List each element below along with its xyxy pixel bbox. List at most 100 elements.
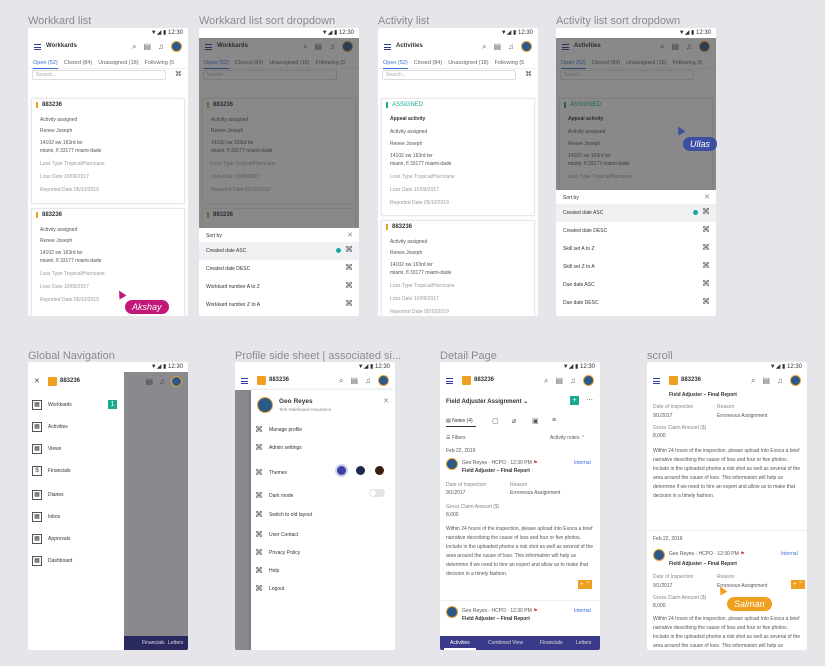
avatar[interactable] (790, 375, 801, 386)
nav-item-workkards[interactable]: ▦ Workkards (32, 400, 72, 410)
logo-icon (669, 376, 678, 385)
frame-label-activity-list: Activity list (378, 15, 430, 27)
calendar-icon[interactable]: ▤ (762, 376, 770, 385)
detail-title[interactable]: Field Adjuster Assignment ⌄ (446, 398, 528, 405)
calendar-icon[interactable]: ▤ (555, 376, 563, 385)
tab-open[interactable]: Open (52) (33, 60, 58, 69)
sort-option[interactable]: Created date DESC ⌘ (556, 222, 716, 240)
tab-following[interactable]: Following (5 (145, 60, 175, 66)
menu-icon[interactable] (446, 378, 453, 384)
sort-option[interactable]: Due date DESC ⌘ (556, 294, 716, 312)
workkard-card[interactable]: 883236 Activity assigned Renee Joseph 14… (31, 98, 185, 204)
activity-card[interactable]: ASSIGNED Appeal activity Activity assign… (381, 98, 535, 216)
menu-switch-layout[interactable]: ⌘ Switch to old layout (255, 510, 312, 519)
menu-dark-mode[interactable]: ⌘ Dark mode (255, 491, 293, 500)
card-name: Renee Joseph (40, 128, 73, 134)
search-icon[interactable]: ⌕ (482, 42, 486, 52)
inspection-label: Date of Inspection (446, 482, 487, 488)
avatar[interactable] (583, 375, 594, 386)
menu-icon[interactable] (653, 378, 660, 384)
tab-unassigned[interactable]: Unassigned (18) (98, 60, 138, 66)
tab-open[interactable]: Open (52) (383, 60, 408, 69)
bottom-tab-letters[interactable]: Letters (576, 636, 591, 650)
theme-swatch-brown[interactable] (375, 466, 384, 475)
card-loss-type: Loss Type Tropical/Hurricane (390, 174, 455, 180)
close-icon[interactable]: ✕ (383, 397, 389, 405)
filters-button[interactable]: ☰ Filters (446, 435, 466, 441)
tab-closed[interactable]: Closed (84) (414, 60, 442, 66)
detail-page-frame: ▼◢ ▮ 12:30 883236 ⌕ ▤ ♫ Field Adjuster Ass… (440, 362, 600, 650)
add-button[interactable]: + (570, 396, 579, 405)
dark-mode-toggle[interactable] (369, 489, 385, 497)
avatar[interactable] (171, 41, 182, 52)
menu-admin-settings[interactable]: ⌘ Admin settings (255, 443, 302, 452)
menu-manage-profile[interactable]: ⌘ Manage profile (255, 425, 302, 434)
image-icon[interactable]: ▣ (532, 417, 539, 425)
note-title: Field Adjuster – Final Report (669, 392, 737, 398)
theme-swatch-indigo[interactable] (337, 466, 346, 475)
note-body: Within 24 hours of the inspection, pleas… (653, 448, 801, 499)
menu-icon[interactable] (384, 44, 391, 50)
bell-icon[interactable]: ♫ (508, 42, 514, 51)
sort-icon[interactable]: ⌘ (175, 70, 182, 78)
expand-button[interactable]: + ⌃ (578, 580, 593, 589)
calendar-icon[interactable]: ▤ (493, 42, 501, 51)
nav-item-activities[interactable]: ▦ Activities (32, 422, 68, 432)
tab-closed[interactable]: Closed (84) (64, 60, 92, 66)
nav-item-approvals[interactable]: ▦ Approvals (32, 534, 70, 544)
close-icon[interactable]: ✕ (704, 193, 710, 201)
menu-icon[interactable] (34, 44, 41, 50)
activity-card[interactable]: 883236 Activity assigned Renee Joseph 14… (381, 220, 535, 316)
menu-icon[interactable] (241, 378, 248, 384)
sort-option[interactable]: Skill set A to Z ⌘ (556, 240, 716, 258)
nav-item-financials[interactable]: $ Financials (32, 466, 71, 476)
theme-swatch-navy[interactable] (356, 466, 365, 475)
menu-logout[interactable]: ⌘ Logout (255, 584, 284, 593)
bottom-tab-financials[interactable]: Financials (540, 636, 563, 650)
nav-item-inbox[interactable]: ▦ Inbox (32, 512, 60, 522)
avatar[interactable] (521, 41, 532, 52)
bottom-tab-combined[interactable]: Combined View (488, 636, 523, 650)
reason-label: Reason (717, 574, 735, 580)
bell-icon[interactable]: ♫ (570, 376, 576, 385)
sort-option[interactable]: Due date ASC ⌘ (556, 276, 716, 294)
calendar-icon[interactable]: ▤ (350, 376, 358, 385)
close-icon[interactable]: ✕ (34, 377, 40, 385)
search-icon[interactable]: ⌕ (339, 376, 343, 386)
tab-unassigned[interactable]: Unassigned (18) (448, 60, 488, 66)
search-input[interactable]: Search... (382, 70, 516, 80)
calendar-icon[interactable]: ▤ (143, 42, 151, 51)
menu-themes[interactable]: ⌘ Themes (255, 468, 287, 477)
search-input[interactable]: Search... (32, 70, 166, 80)
list-icon[interactable]: ≡ (552, 417, 556, 424)
sort-icon[interactable]: ⌘ (525, 70, 532, 78)
search-icon[interactable]: ⌕ (132, 42, 136, 52)
bell-icon[interactable]: ♫ (365, 376, 371, 385)
menu-privacy-policy[interactable]: ⌘ Privacy Policy (255, 548, 300, 557)
more-icon[interactable]: ⋯ (586, 396, 593, 404)
search-icon[interactable]: ⌕ (544, 376, 548, 386)
nav-item-views[interactable]: ▦ Views (32, 444, 61, 454)
sort-option[interactable]: Created date ASC ⌘ (199, 242, 359, 260)
avatar[interactable] (378, 375, 389, 386)
close-icon[interactable]: ✕ (347, 231, 353, 239)
nav-item-diaries[interactable]: ▦ Diaries (32, 490, 64, 500)
nav-item-dashboard[interactable]: ▦ Dashboard (32, 556, 72, 566)
sort-option[interactable]: Workkard number Z to A ⌘ (199, 296, 359, 314)
sort-option[interactable]: Workkard number A to Z ⌘ (199, 278, 359, 296)
inspection-label: Date of Inspection (653, 574, 694, 580)
sort-option[interactable]: Skill set Z to A ⌘ (556, 258, 716, 276)
tab-following[interactable]: Following (5 (495, 60, 525, 66)
bell-icon[interactable]: ♫ (777, 376, 783, 385)
tab-notes[interactable]: ▤ Notes (4) (446, 418, 473, 424)
expand-button[interactable]: + ⌃ (791, 580, 806, 589)
sort-option[interactable]: Created date DESC ⌘ (199, 260, 359, 278)
attachment-icon[interactable]: ⌀ (512, 417, 516, 425)
menu-help[interactable]: ⌘ Help (255, 566, 279, 575)
activity-notes-select[interactable]: Activity notes ⌃ (550, 435, 585, 441)
search-icon[interactable]: ⌕ (751, 376, 755, 386)
menu-user-contact[interactable]: ⌘ User Contact (255, 530, 298, 539)
bell-icon[interactable]: ♫ (158, 42, 164, 51)
sort-option[interactable]: Created date ASC ⌘ (556, 204, 716, 222)
document-icon[interactable]: ▢ (492, 417, 499, 425)
